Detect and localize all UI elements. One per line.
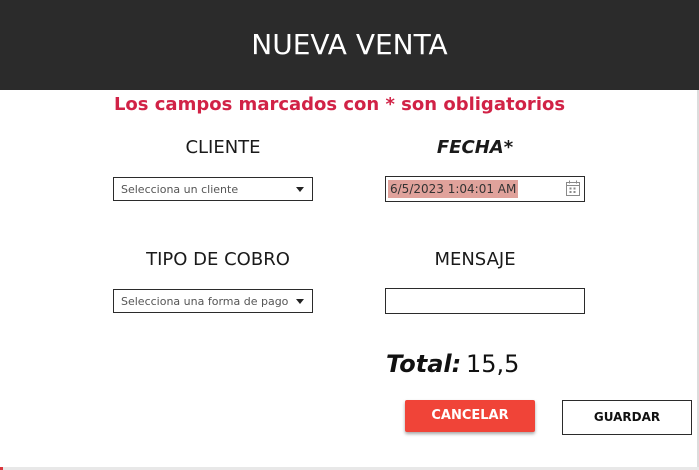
total-label: Total: <box>386 350 462 378</box>
fecha-label: FECHA* <box>436 137 514 158</box>
chevron-down-icon <box>296 187 304 192</box>
fecha-date-picker[interactable]: 6/5/2023 1:04:01 AM <box>385 176 585 202</box>
save-button[interactable]: GUARDAR <box>562 400 692 435</box>
mensaje-label: MENSAJE <box>434 249 516 270</box>
tipo-cobro-select[interactable]: Selecciona una forma de pago <box>113 289 313 313</box>
tipo-cobro-label: TIPO DE COBRO <box>146 249 290 270</box>
cliente-label: CLIENTE <box>185 137 261 158</box>
chevron-down-icon <box>296 299 304 304</box>
cliente-select[interactable]: Selecciona un cliente <box>113 177 313 201</box>
calendar-icon[interactable] <box>566 180 580 196</box>
cliente-select-placeholder: Selecciona un cliente <box>121 183 239 196</box>
cancel-button[interactable]: CANCELAR <box>405 400 535 432</box>
required-fields-notice: Los campos marcados con * son obligatori… <box>113 94 566 115</box>
mensaje-input[interactable] <box>385 288 585 314</box>
page-title: NUEVA VENTA <box>251 28 448 61</box>
total-value: 15,5 <box>466 350 520 378</box>
tipo-cobro-select-placeholder: Selecciona una forma de pago <box>121 295 289 308</box>
fecha-value: 6/5/2023 1:04:01 AM <box>388 180 519 198</box>
header-bar: NUEVA VENTA <box>0 0 699 90</box>
